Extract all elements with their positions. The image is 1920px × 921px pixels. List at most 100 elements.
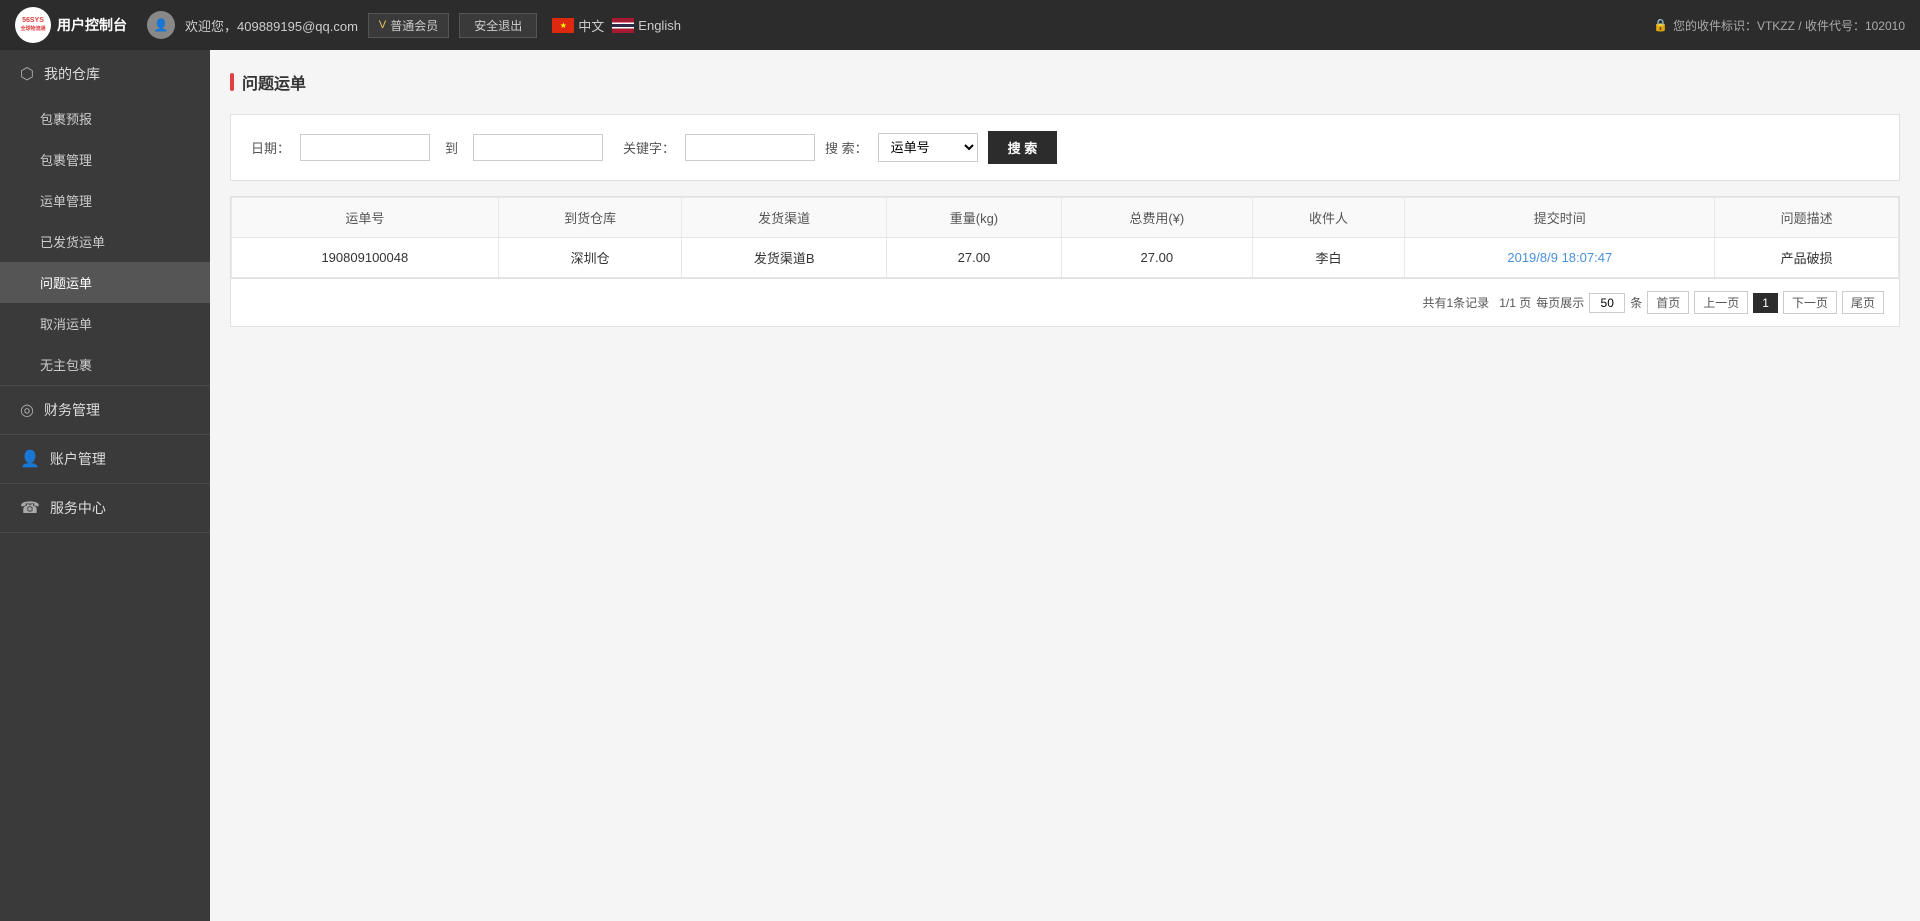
account-icon: 👤 xyxy=(20,449,40,469)
keyword-input[interactable] xyxy=(685,134,815,161)
col-warehouse: 到货仓库 xyxy=(498,198,682,238)
per-page-unit: 条 xyxy=(1630,294,1642,311)
cell-problem-desc[interactable]: 产品破损 xyxy=(1715,238,1899,278)
identifier-text: 您的收件标识：VTKZZ / 收件代号：102010 xyxy=(1673,17,1905,34)
warehouse-icon: ⬡ xyxy=(20,64,34,84)
logo-icon: 56SYS 全球物流通 xyxy=(15,7,51,43)
sidebar-item-shipped-waybills[interactable]: 已发货运单 xyxy=(0,221,210,262)
col-channel: 发货渠道 xyxy=(682,198,886,238)
col-waybill-no: 运单号 xyxy=(232,198,499,238)
vip-badge: V 普通会员 xyxy=(368,13,449,38)
lock-icon: 🔒 xyxy=(1653,18,1668,32)
main-content: 问题运单 日期： 到 关键字： 搜 索： 运单号 收件人 搜 索 运单号 xyxy=(210,50,1920,921)
table-row: 190809100048 深圳仓 发货渠道B 27.00 27.00 李白 20… xyxy=(232,238,1899,278)
lang-en-button[interactable]: English xyxy=(612,18,681,33)
next-page-button[interactable]: 下一页 xyxy=(1783,291,1837,314)
sidebar-item-package-pre-report[interactable]: 包裹预报 xyxy=(0,98,210,139)
sidebar-item-account[interactable]: 👤 账户管理 xyxy=(0,435,210,483)
cell-channel: 发货渠道B xyxy=(682,238,886,278)
sidebar-item-waybill-management[interactable]: 运单管理 xyxy=(0,180,210,221)
cell-recipient: 李白 xyxy=(1252,238,1405,278)
col-recipient: 收件人 xyxy=(1252,198,1405,238)
title-accent xyxy=(230,73,234,91)
sidebar-item-package-management[interactable]: 包裹管理 xyxy=(0,139,210,180)
date-to-input[interactable] xyxy=(473,134,603,161)
cell-submit-time: 2019/8/9 18:07:47 xyxy=(1405,238,1715,278)
sidebar-finance-label: 财务管理 xyxy=(44,400,100,420)
sidebar-package-pre-report-label: 包裹预报 xyxy=(40,112,92,127)
cell-weight: 27.00 xyxy=(886,238,1061,278)
search-type-label: 搜 索： xyxy=(825,138,868,157)
sidebar-problem-waybills-label: 问题运单 xyxy=(40,276,92,291)
date-from-input[interactable] xyxy=(300,134,430,161)
sidebar-waybill-management-label: 运单管理 xyxy=(40,194,92,209)
page-title-bar: 问题运单 xyxy=(230,70,1900,94)
welcome-text: 欢迎您，409889195@qq.com xyxy=(185,16,358,35)
waybill-table: 运单号 到货仓库 发货渠道 重量(kg) 总费用(¥) 收件人 提交时间 问题描… xyxy=(231,197,1899,278)
lang-cn-button[interactable]: ★ 中文 xyxy=(552,16,604,35)
pagination-bar: 共有1条记录 1/1 页 每页展示 条 首页 上一页 1 下一页 尾页 xyxy=(230,279,1900,327)
col-submit-time: 提交时间 xyxy=(1405,198,1715,238)
main-layout: ⬡ 我的仓库 包裹预报 包裹管理 运单管理 已发货运单 问题运单 取消运单 xyxy=(0,50,1920,921)
prev-page-button[interactable]: 上一页 xyxy=(1694,291,1748,314)
current-page-button[interactable]: 1 xyxy=(1753,293,1778,313)
sidebar-package-management-label: 包裹管理 xyxy=(40,153,92,168)
search-button[interactable]: 搜 索 xyxy=(988,131,1058,164)
flag-th-icon xyxy=(612,18,634,33)
per-page-input[interactable] xyxy=(1589,293,1625,313)
sidebar-item-my-warehouse[interactable]: ⬡ 我的仓库 xyxy=(0,50,210,98)
first-page-button[interactable]: 首页 xyxy=(1647,291,1689,314)
cell-waybill-no[interactable]: 190809100048 xyxy=(232,238,499,278)
sidebar-section-account: 👤 账户管理 xyxy=(0,435,210,484)
cell-total-cost: 27.00 xyxy=(1062,238,1253,278)
sidebar-section-warehouse: ⬡ 我的仓库 包裹预报 包裹管理 运单管理 已发货运单 问题运单 取消运单 xyxy=(0,50,210,386)
search-bar: 日期： 到 关键字： 搜 索： 运单号 收件人 搜 索 xyxy=(230,114,1900,181)
sidebar-shipped-waybills-label: 已发货运单 xyxy=(40,235,105,250)
sidebar-account-label: 账户管理 xyxy=(50,449,106,469)
sidebar-item-cancel-waybills[interactable]: 取消运单 xyxy=(0,303,210,344)
lang-en-label: English xyxy=(638,18,681,33)
svg-text:56SYS: 56SYS xyxy=(22,17,44,24)
sidebar-section-finance: ◎ 财务管理 xyxy=(0,386,210,435)
sidebar: ⬡ 我的仓库 包裹预报 包裹管理 运单管理 已发货运单 问题运单 取消运单 xyxy=(0,50,210,921)
sidebar-service-label: 服务中心 xyxy=(50,498,106,518)
svg-text:全球物流通: 全球物流通 xyxy=(19,25,45,32)
sidebar-cancel-waybills-label: 取消运单 xyxy=(40,317,92,332)
sidebar-item-ownerless-packages[interactable]: 无主包裹 xyxy=(0,344,210,385)
table-body: 190809100048 深圳仓 发货渠道B 27.00 27.00 李白 20… xyxy=(232,238,1899,278)
vip-label: 普通会员 xyxy=(390,17,438,34)
language-switcher: ★ 中文 English xyxy=(552,16,681,35)
service-icon: ☎ xyxy=(20,498,40,518)
col-weight: 重量(kg) xyxy=(886,198,1061,238)
cell-warehouse: 深圳仓 xyxy=(498,238,682,278)
date-label: 日期： xyxy=(251,138,290,157)
col-total-cost: 总费用(¥) xyxy=(1062,198,1253,238)
search-type-select[interactable]: 运单号 收件人 xyxy=(878,133,978,162)
total-records: 共有1条记录 xyxy=(1423,294,1490,311)
vip-icon: V xyxy=(379,19,386,31)
finance-icon: ◎ xyxy=(20,400,34,420)
page-title: 问题运单 xyxy=(242,70,306,94)
control-panel-label: 用户控制台 xyxy=(57,15,127,35)
col-problem-desc: 问题描述 xyxy=(1715,198,1899,238)
page-info: 1/1 页 xyxy=(1499,294,1531,311)
table-header: 运单号 到货仓库 发货渠道 重量(kg) 总费用(¥) 收件人 提交时间 问题描… xyxy=(232,198,1899,238)
per-page-label: 每页展示 xyxy=(1536,294,1584,311)
sidebar-section-service: ☎ 服务中心 xyxy=(0,484,210,533)
sidebar-warehouse-label: 我的仓库 xyxy=(44,64,100,84)
logout-button[interactable]: 安全退出 xyxy=(459,13,537,38)
identifier-bar: 🔒 您的收件标识：VTKZZ / 收件代号：102010 xyxy=(1653,17,1905,34)
keyword-label: 关键字： xyxy=(623,138,675,157)
sidebar-item-problem-waybills[interactable]: 问题运单 xyxy=(0,262,210,303)
sidebar-item-service[interactable]: ☎ 服务中心 xyxy=(0,484,210,532)
avatar: 👤 xyxy=(147,11,175,39)
flag-cn-icon: ★ xyxy=(552,18,574,33)
header: 56SYS 全球物流通 用户控制台 👤 欢迎您，409889195@qq.com… xyxy=(0,0,1920,50)
last-page-button[interactable]: 尾页 xyxy=(1842,291,1884,314)
data-table-container: 运单号 到货仓库 发货渠道 重量(kg) 总费用(¥) 收件人 提交时间 问题描… xyxy=(230,196,1900,279)
lang-cn-label: 中文 xyxy=(578,16,604,35)
sidebar-item-finance[interactable]: ◎ 财务管理 xyxy=(0,386,210,434)
logo: 56SYS 全球物流通 用户控制台 xyxy=(15,7,127,43)
date-to-separator: 到 xyxy=(440,138,463,157)
sidebar-ownerless-packages-label: 无主包裹 xyxy=(40,358,92,373)
